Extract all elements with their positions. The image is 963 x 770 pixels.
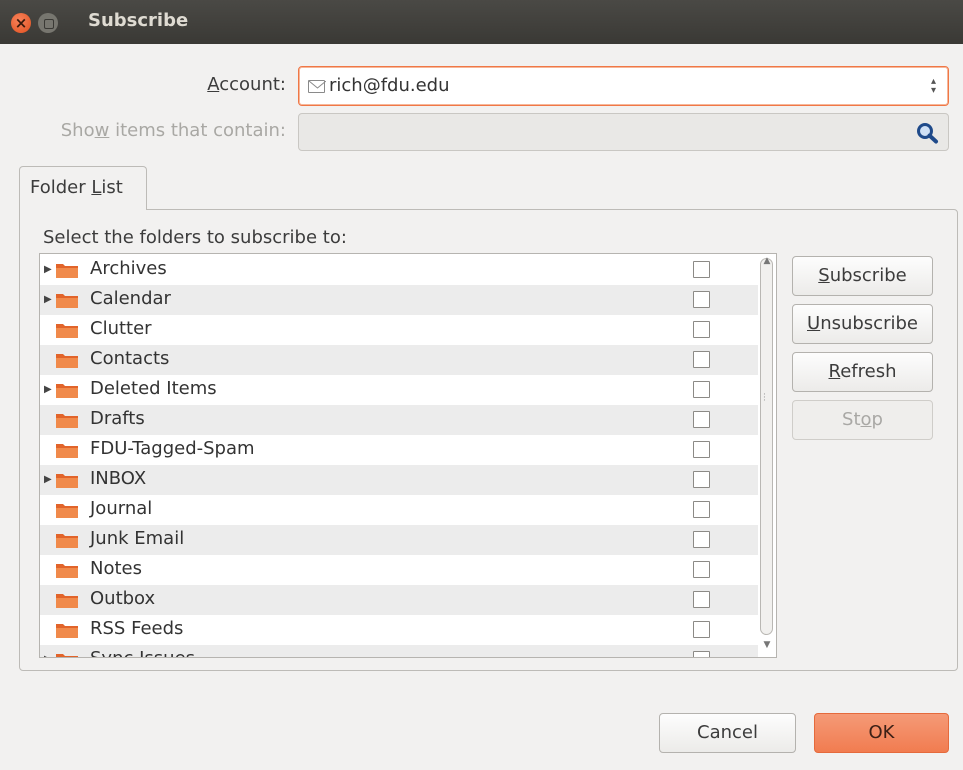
cancel-button[interactable]: Cancel (659, 713, 796, 753)
ok-button[interactable]: OK (814, 713, 949, 753)
folder-icon (55, 441, 79, 459)
folder-icon (55, 651, 79, 657)
grip-icon: · · · (763, 390, 766, 406)
folder-icon (55, 501, 79, 519)
folder-name: Calendar (90, 288, 171, 309)
tab-folder-list[interactable]: Folder List (19, 166, 147, 210)
folder-name: FDU-Tagged-Spam (90, 438, 255, 459)
folder-name: RSS Feeds (90, 618, 184, 639)
subscribe-checkbox[interactable] (693, 291, 710, 308)
mail-icon (308, 80, 326, 93)
close-icon[interactable]: × (11, 13, 31, 33)
list-item[interactable]: Contacts (40, 345, 758, 375)
account-label: Account: (207, 74, 286, 95)
folder-list[interactable]: ▶ Archives ▶ Calendar Clutter Contacts ▶ Delete… (39, 253, 777, 658)
list-item[interactable]: RSS Feeds (40, 615, 758, 645)
list-item[interactable]: Drafts (40, 405, 758, 435)
folder-name: Junk Email (90, 528, 185, 549)
expand-arrow-icon[interactable]: ▶ (44, 294, 52, 305)
folder-name: Deleted Items (90, 378, 217, 399)
folder-name: Sync Issues (90, 648, 195, 657)
subscribe-checkbox[interactable] (693, 351, 710, 368)
list-item[interactable]: ▶ Archives (40, 255, 758, 285)
folder-name: Outbox (90, 588, 156, 609)
scrollbar-thumb[interactable] (760, 258, 773, 635)
list-item[interactable]: Clutter (40, 315, 758, 345)
spinner-arrows-icon: ▴ ▾ (930, 76, 936, 96)
folder-icon (55, 261, 79, 279)
refresh-button[interactable]: Refresh (792, 352, 933, 392)
list-item[interactable]: FDU-Tagged-Spam (40, 435, 758, 465)
list-item[interactable]: Journal (40, 495, 758, 525)
folder-name: Journal (90, 498, 153, 519)
minimize-icon[interactable] (38, 13, 58, 33)
subscribe-checkbox[interactable] (693, 261, 710, 278)
subscribe-checkbox[interactable] (693, 381, 710, 398)
subscribe-checkbox[interactable] (693, 501, 710, 518)
folder-icon (55, 351, 79, 369)
account-select[interactable]: rich@fdu.edu ▴ ▾ (298, 66, 949, 106)
subscribe-checkbox[interactable] (693, 591, 710, 608)
subscribe-checkbox[interactable] (693, 411, 710, 428)
subscribe-checkbox[interactable] (693, 561, 710, 578)
subscribe-checkbox[interactable] (693, 531, 710, 548)
folder-name: Archives (90, 258, 167, 279)
stop-button[interactable]: Stop (792, 400, 933, 440)
folder-name: Clutter (90, 318, 152, 339)
folder-icon (55, 591, 79, 609)
list-item[interactable]: ▶ Deleted Items (40, 375, 758, 405)
folder-name: Notes (90, 558, 142, 579)
window-title: Subscribe (88, 10, 189, 31)
account-value: rich@fdu.edu (329, 75, 450, 96)
scroll-up-icon[interactable]: ▲ (758, 256, 776, 266)
folder-name: Contacts (90, 348, 170, 369)
filter-label: Show items that contain: (60, 120, 286, 141)
expand-arrow-icon[interactable]: ▶ (44, 654, 52, 657)
folder-icon (55, 471, 79, 489)
subscribe-checkbox[interactable] (693, 471, 710, 488)
folder-name: Drafts (90, 408, 145, 429)
folder-icon (55, 561, 79, 579)
folder-icon (55, 621, 79, 639)
folder-name: INBOX (90, 468, 147, 489)
title-bar: × Subscribe (0, 0, 963, 44)
subscribe-checkbox[interactable] (693, 321, 710, 338)
scroll-down-icon[interactable]: ▼ (758, 640, 776, 650)
list-item[interactable]: Notes (40, 555, 758, 585)
folder-icon (55, 291, 79, 309)
folder-icon (55, 411, 79, 429)
folder-icon (55, 381, 79, 399)
folder-icon (55, 531, 79, 549)
list-item[interactable]: Junk Email (40, 525, 758, 555)
subscribe-checkbox[interactable] (693, 441, 710, 458)
subscribe-button[interactable]: Subscribe (792, 256, 933, 296)
search-icon[interactable] (916, 122, 940, 149)
unsubscribe-button[interactable]: Unsubscribe (792, 304, 933, 344)
list-item[interactable]: Outbox (40, 585, 758, 615)
expand-arrow-icon[interactable]: ▶ (44, 384, 52, 395)
expand-arrow-icon[interactable]: ▶ (44, 264, 52, 275)
folder-icon (55, 321, 79, 339)
filter-input[interactable] (298, 113, 949, 151)
instructions-text: Select the folders to subscribe to: (43, 227, 347, 248)
subscribe-checkbox[interactable] (693, 621, 710, 638)
list-item[interactable]: ▶ INBOX (40, 465, 758, 495)
subscribe-checkbox[interactable] (693, 651, 710, 657)
expand-arrow-icon[interactable]: ▶ (44, 474, 52, 485)
vertical-scrollbar[interactable]: ▲ ▼ · · · (758, 254, 776, 657)
list-item[interactable]: ▶ Sync Issues (40, 645, 758, 657)
list-item[interactable]: ▶ Calendar (40, 285, 758, 315)
